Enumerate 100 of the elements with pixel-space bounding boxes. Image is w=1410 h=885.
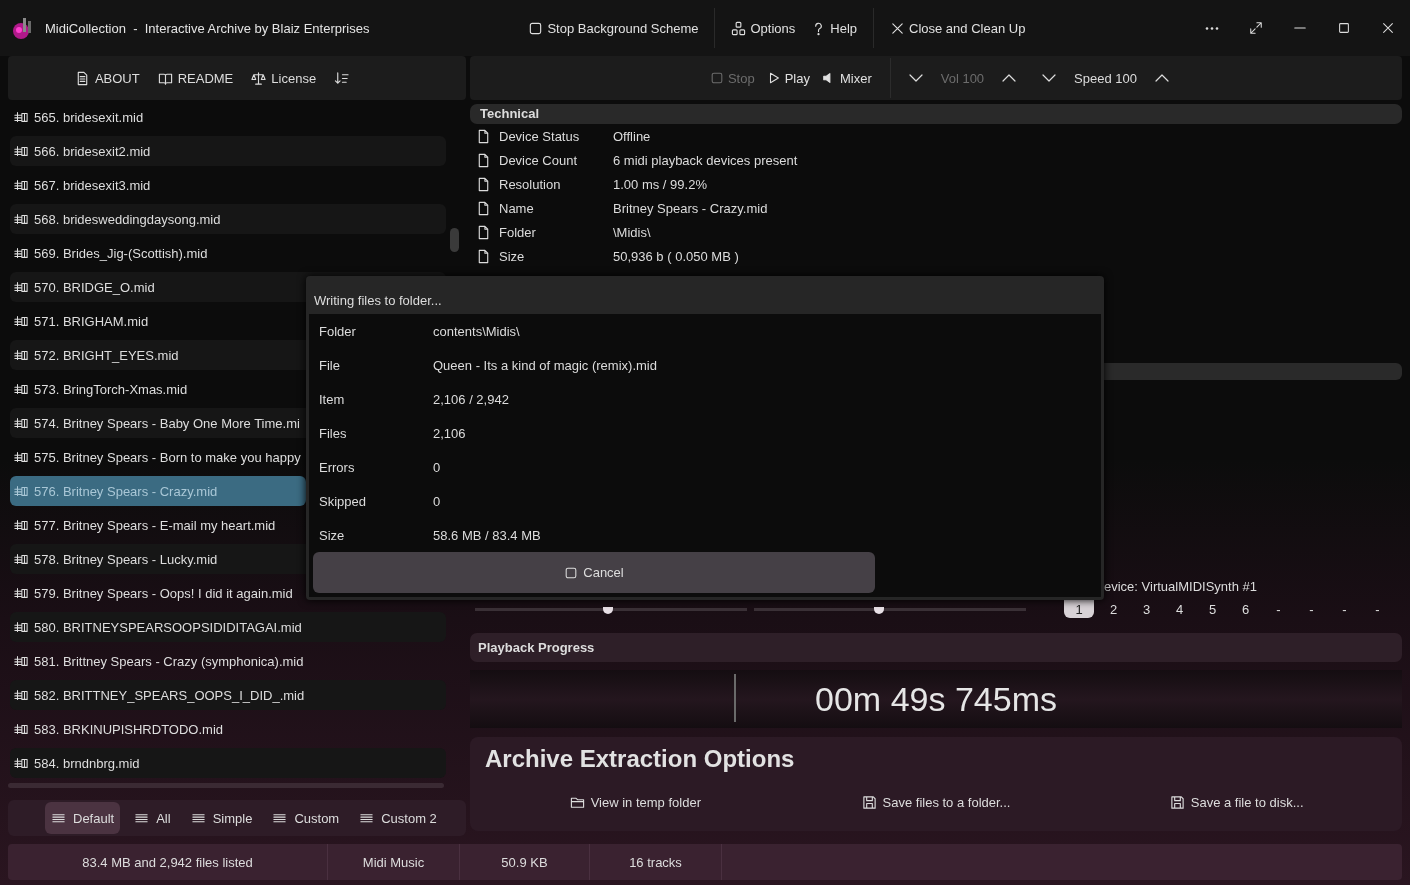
view-tab[interactable]: Custom 2 <box>353 802 443 834</box>
file-list-item[interactable]: 582. BRITTNEY_SPEARS_OOPS_I_DID_.mid <box>10 680 446 710</box>
sort-icon <box>334 70 350 86</box>
view-tab[interactable]: All <box>128 802 177 834</box>
music-note-icon <box>14 450 28 464</box>
music-note-icon <box>14 382 28 396</box>
property-value: 1.00 ms / 99.2% <box>613 176 707 192</box>
scrollbar-thumb[interactable] <box>450 228 459 252</box>
expand-icon <box>1249 21 1263 35</box>
archive-action-button[interactable]: Save files to a folder... <box>785 793 1087 812</box>
property-value: Offline <box>613 128 651 144</box>
music-note-icon <box>14 654 28 668</box>
music-note-icon <box>14 756 28 770</box>
title-action-button[interactable]: Close and Clean Up <box>882 16 1034 40</box>
music-note-icon <box>14 348 28 362</box>
file-list-item[interactable]: 569. Brides_Jig-(Scottish).mid <box>10 238 446 268</box>
music-note-icon <box>14 620 28 634</box>
archive-action-button[interactable]: View in temp folder <box>485 793 786 812</box>
title-action-button[interactable]: Help <box>803 16 865 40</box>
page-icon <box>476 224 491 240</box>
progress-label: Files <box>319 425 348 441</box>
status-text: 16 tracks <box>629 854 682 870</box>
channel-button[interactable]: 2 <box>1097 600 1130 618</box>
music-note-icon <box>14 280 28 294</box>
channel-button[interactable]: 5 <box>1196 600 1229 618</box>
transport-button[interactable]: Play <box>760 67 816 89</box>
property-value: Britney Spears - Crazy.mid <box>613 200 768 216</box>
music-note-icon <box>14 552 28 566</box>
checkbox-icon <box>709 71 724 85</box>
channel-button[interactable]: - <box>1262 600 1295 618</box>
channel-button[interactable]: - <box>1328 600 1361 618</box>
file-list-item[interactable]: 565. bridesexit.mid <box>10 102 446 132</box>
progress-value: 0 <box>433 459 441 475</box>
volume-reading: Vol 100 <box>939 70 986 86</box>
channel-button[interactable]: 6 <box>1229 600 1262 618</box>
maximize-icon <box>1337 21 1351 35</box>
channel-button[interactable]: - <box>1295 600 1328 618</box>
property-label: Name <box>499 200 535 216</box>
title-action-button[interactable]: Options <box>723 16 804 40</box>
music-note-icon <box>14 586 28 600</box>
file-list-item[interactable]: 583. BRKINUPISHRDTODO.mid <box>10 714 446 744</box>
music-note-icon <box>14 518 28 532</box>
close-icon <box>1381 21 1395 35</box>
checkbox-icon <box>528 20 544 36</box>
view-tab[interactable]: Default <box>45 802 121 834</box>
page-icon <box>476 128 491 144</box>
toolbar-button[interactable]: README <box>155 67 236 89</box>
page-icon <box>476 200 491 216</box>
file-list-item[interactable]: 568. bridesweddingdaysong.mid <box>10 204 446 234</box>
file-list-item[interactable]: 567. bridesexit3.mid <box>10 170 446 200</box>
music-note-icon <box>14 246 28 260</box>
property-value: 6 midi playback devices present <box>613 152 798 168</box>
page-icon <box>476 152 491 168</box>
page-icon <box>476 248 491 264</box>
file-list-item[interactable]: 580. BRITNEYSPEARSOOPSIDIDITAGAI.mid <box>10 612 446 642</box>
checkbox-icon <box>564 565 579 580</box>
speed-reading: Speed 100 <box>1073 70 1138 86</box>
toolbar-button[interactable]: ABOUT <box>72 67 142 89</box>
channel-button[interactable]: - <box>1361 600 1394 618</box>
cancel-button[interactable]: Cancel <box>313 552 875 593</box>
section-header: Playback Progress <box>470 633 1402 662</box>
options-icon <box>731 20 747 36</box>
slider-thumb[interactable] <box>603 606 614 614</box>
file-list-item[interactable]: 584. brndnbrg.mid <box>10 748 446 778</box>
transport-button[interactable]: Mixer <box>815 67 878 89</box>
save-icon <box>861 795 877 810</box>
property-value: 50,936 b ( 0.050 MB ) <box>613 248 739 264</box>
toolbar-button[interactable]: License <box>249 67 319 89</box>
progress-value: 0 <box>433 493 441 509</box>
property-label: Size <box>499 248 526 264</box>
status-text: 83.4 MB and 2,942 files listed <box>82 854 253 870</box>
file-list-item[interactable]: 566. bridesexit2.mid <box>10 136 446 166</box>
view-tab[interactable]: Simple <box>184 802 259 834</box>
progress-label: Size <box>319 527 346 543</box>
property-label: Device Count <box>499 152 579 168</box>
window-title: MidiCollection - Interactive Archive by Blaiz Enterprises <box>45 20 370 36</box>
channel-button[interactable]: 3 <box>1130 600 1163 618</box>
music-note-icon <box>14 110 28 124</box>
slider-track[interactable] <box>754 607 1026 611</box>
archive-action-button[interactable]: Save a file to disk... <box>1086 793 1387 812</box>
music-note-icon <box>14 212 28 226</box>
view-tab[interactable]: Custom <box>266 802 346 834</box>
slider-track[interactable] <box>475 607 747 611</box>
file-list-item[interactable]: 581. Brittney Spears - Crazy (symphonica).mid <box>10 646 446 676</box>
progress-label: Errors <box>319 459 356 475</box>
progress-value: contents\Midis\ <box>433 323 520 339</box>
channel-button[interactable]: 1 <box>1064 600 1094 618</box>
horizontal-scrollbar[interactable] <box>8 783 444 788</box>
channel-button[interactable]: 4 <box>1163 600 1196 618</box>
status-text: Midi Music <box>362 854 425 870</box>
device-label: evice: VirtualMIDISynth #1 <box>1104 579 1257 596</box>
property-label: Resolution <box>499 176 562 192</box>
music-note-icon <box>14 314 28 328</box>
property-label: Folder <box>499 224 537 240</box>
folder-icon <box>569 795 585 810</box>
section-header: Technical <box>470 104 1402 124</box>
card-title: Archive Extraction Options <box>485 745 795 773</box>
title-action-button[interactable]: Stop Background Scheme <box>520 16 707 40</box>
slider-thumb[interactable] <box>874 606 885 614</box>
music-note-icon <box>14 416 28 430</box>
